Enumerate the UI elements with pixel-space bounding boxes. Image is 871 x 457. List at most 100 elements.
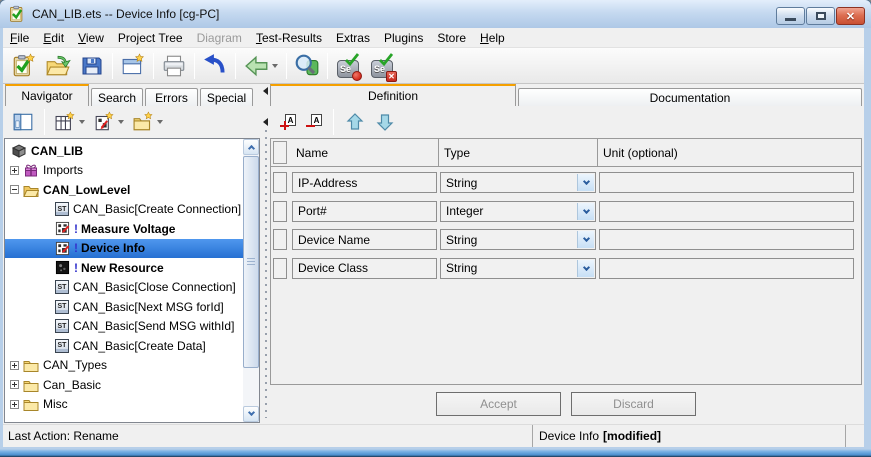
tree-item-new-resource[interactable]: ! New Resource: [5, 258, 243, 278]
chevron-down-icon: [247, 409, 254, 416]
type-combobox[interactable]: String: [440, 172, 596, 193]
print-button[interactable]: [157, 51, 191, 81]
menu-view[interactable]: View: [71, 29, 111, 47]
new-sequence-button[interactable]: [92, 109, 126, 135]
new-folder-dropdown-icon[interactable]: [157, 120, 163, 124]
scroll-down-button[interactable]: [243, 406, 259, 422]
type-combobox[interactable]: Integer: [440, 201, 596, 222]
open-button[interactable]: [41, 51, 75, 81]
undo-button[interactable]: [198, 51, 232, 81]
close-button[interactable]: ✕: [836, 7, 865, 25]
new-table-dropdown-icon[interactable]: [79, 120, 85, 124]
editor-tab-row: Definition Documentation: [270, 84, 862, 106]
project-tree: CAN_LIB: [4, 138, 260, 423]
back-button[interactable]: [239, 51, 283, 81]
row-selector[interactable]: [273, 229, 287, 250]
window-frame-bottom: [0, 447, 871, 457]
combo-dropdown-button[interactable]: [577, 174, 594, 191]
tree-item-can-basic-send-msg[interactable]: ST CAN_Basic[Send MSG withId]: [5, 317, 243, 337]
tree-item-imports[interactable]: Imports: [5, 161, 243, 181]
row-selector[interactable]: [273, 172, 287, 193]
tree-item-device-info[interactable]: ! Device Info: [5, 239, 243, 259]
tree-item-can-lowlevel[interactable]: CAN_LowLevel: [5, 180, 243, 200]
tab-search[interactable]: Search: [91, 88, 143, 106]
name-cell[interactable]: Device Class: [292, 258, 437, 279]
move-down-button[interactable]: [373, 109, 397, 135]
new-folder-button[interactable]: [131, 109, 165, 135]
search-button[interactable]: [290, 51, 324, 81]
combo-dropdown-button[interactable]: [577, 203, 594, 220]
sequence-stop-icon: Se: [371, 60, 393, 78]
tree-item-can-types[interactable]: CAN_Types: [5, 356, 243, 376]
scroll-up-button[interactable]: [243, 139, 259, 155]
st-step-icon: ST: [55, 300, 69, 314]
menu-extras[interactable]: Extras: [329, 29, 377, 47]
menu-plugins[interactable]: Plugins: [377, 29, 430, 47]
collapse-icon[interactable]: [10, 185, 19, 194]
tab-errors[interactable]: Errors: [145, 88, 198, 106]
type-combobox[interactable]: String: [440, 258, 596, 279]
discard-button[interactable]: Discard: [571, 392, 696, 416]
row-selector[interactable]: [273, 258, 287, 279]
collapse-left-icon[interactable]: [263, 87, 268, 95]
toolbar-separator: [44, 109, 45, 135]
menu-edit[interactable]: Edit: [36, 29, 71, 47]
tree-item-misc[interactable]: Misc: [5, 395, 243, 415]
collapse-left-icon[interactable]: [263, 118, 268, 126]
new-table-button[interactable]: [53, 109, 87, 135]
name-cell[interactable]: IP-Address: [292, 172, 437, 193]
menu-file[interactable]: File: [3, 29, 36, 47]
new-sequence-dropdown-icon[interactable]: [118, 120, 124, 124]
panel-splitter[interactable]: [262, 84, 270, 424]
toggle-panel-button[interactable]: [10, 109, 36, 135]
move-up-button[interactable]: [343, 109, 367, 135]
tree-item-measure-voltage[interactable]: ! Measure Voltage: [5, 219, 243, 239]
new-test-button[interactable]: [7, 51, 41, 81]
add-attribute-button[interactable]: A: [278, 109, 298, 135]
expand-icon[interactable]: [10, 361, 19, 370]
back-dropdown-icon[interactable]: [272, 64, 278, 68]
tree-item-can-basic-next-msg[interactable]: ST CAN_Basic[Next MSG forId]: [5, 297, 243, 317]
combo-dropdown-button[interactable]: [577, 231, 594, 248]
menu-project-tree[interactable]: Project Tree: [111, 29, 190, 47]
name-cell[interactable]: Device Name: [292, 229, 437, 250]
combo-dropdown-button[interactable]: [577, 260, 594, 277]
save-button[interactable]: [75, 51, 109, 81]
tree-item-can-basic-create-connection[interactable]: ST CAN_Basic[Create Connection]: [5, 200, 243, 220]
tree-item-can-basic-close-connection[interactable]: ST CAN_Basic[Close Connection]: [5, 278, 243, 298]
tab-navigator[interactable]: Navigator: [5, 84, 89, 106]
remove-attribute-button[interactable]: A: [304, 109, 324, 135]
menu-test-results[interactable]: Test-Results: [249, 29, 329, 47]
tab-definition[interactable]: Definition: [270, 84, 516, 106]
tree-scrollbar[interactable]: [243, 139, 259, 422]
accept-button[interactable]: Accept: [436, 392, 561, 416]
tab-special[interactable]: Special: [200, 88, 253, 106]
tree-item-can-basic-create-data[interactable]: ST CAN_Basic[Create Data]: [5, 336, 243, 356]
menu-help[interactable]: Help: [473, 29, 512, 47]
navigator-tab-row: Navigator Search Errors Special: [5, 84, 262, 106]
scrollbar-thumb[interactable]: [243, 156, 259, 368]
menu-bar: File Edit View Project Tree Diagram Test…: [3, 28, 864, 48]
unit-cell[interactable]: [599, 258, 854, 279]
menu-diagram: Diagram: [190, 29, 249, 47]
expand-icon[interactable]: [10, 380, 19, 389]
type-combobox[interactable]: String: [440, 229, 596, 250]
expand-icon[interactable]: [10, 166, 19, 175]
unit-cell[interactable]: [599, 172, 854, 193]
sequence-stop-button[interactable]: Se: [365, 51, 399, 81]
menu-store[interactable]: Store: [430, 29, 473, 47]
tab-documentation[interactable]: Documentation: [518, 88, 862, 106]
tree-item-can-lib[interactable]: CAN_LIB: [5, 141, 243, 161]
minimize-button[interactable]: [776, 7, 805, 25]
unit-cell[interactable]: [599, 229, 854, 250]
maximize-button[interactable]: [806, 7, 835, 25]
row-selector[interactable]: [273, 201, 287, 222]
arrow-up-icon: [345, 112, 365, 132]
tree-item-can-basic[interactable]: Can_Basic: [5, 375, 243, 395]
sequence-record-button[interactable]: Se: [331, 51, 365, 81]
new-window-button[interactable]: [116, 51, 150, 81]
expand-icon[interactable]: [10, 400, 19, 409]
title-bar[interactable]: CAN_LIB.ets -- Device Info [cg-PC] ✕: [0, 0, 871, 28]
unit-cell[interactable]: [599, 201, 854, 222]
name-cell[interactable]: Port#: [292, 201, 437, 222]
